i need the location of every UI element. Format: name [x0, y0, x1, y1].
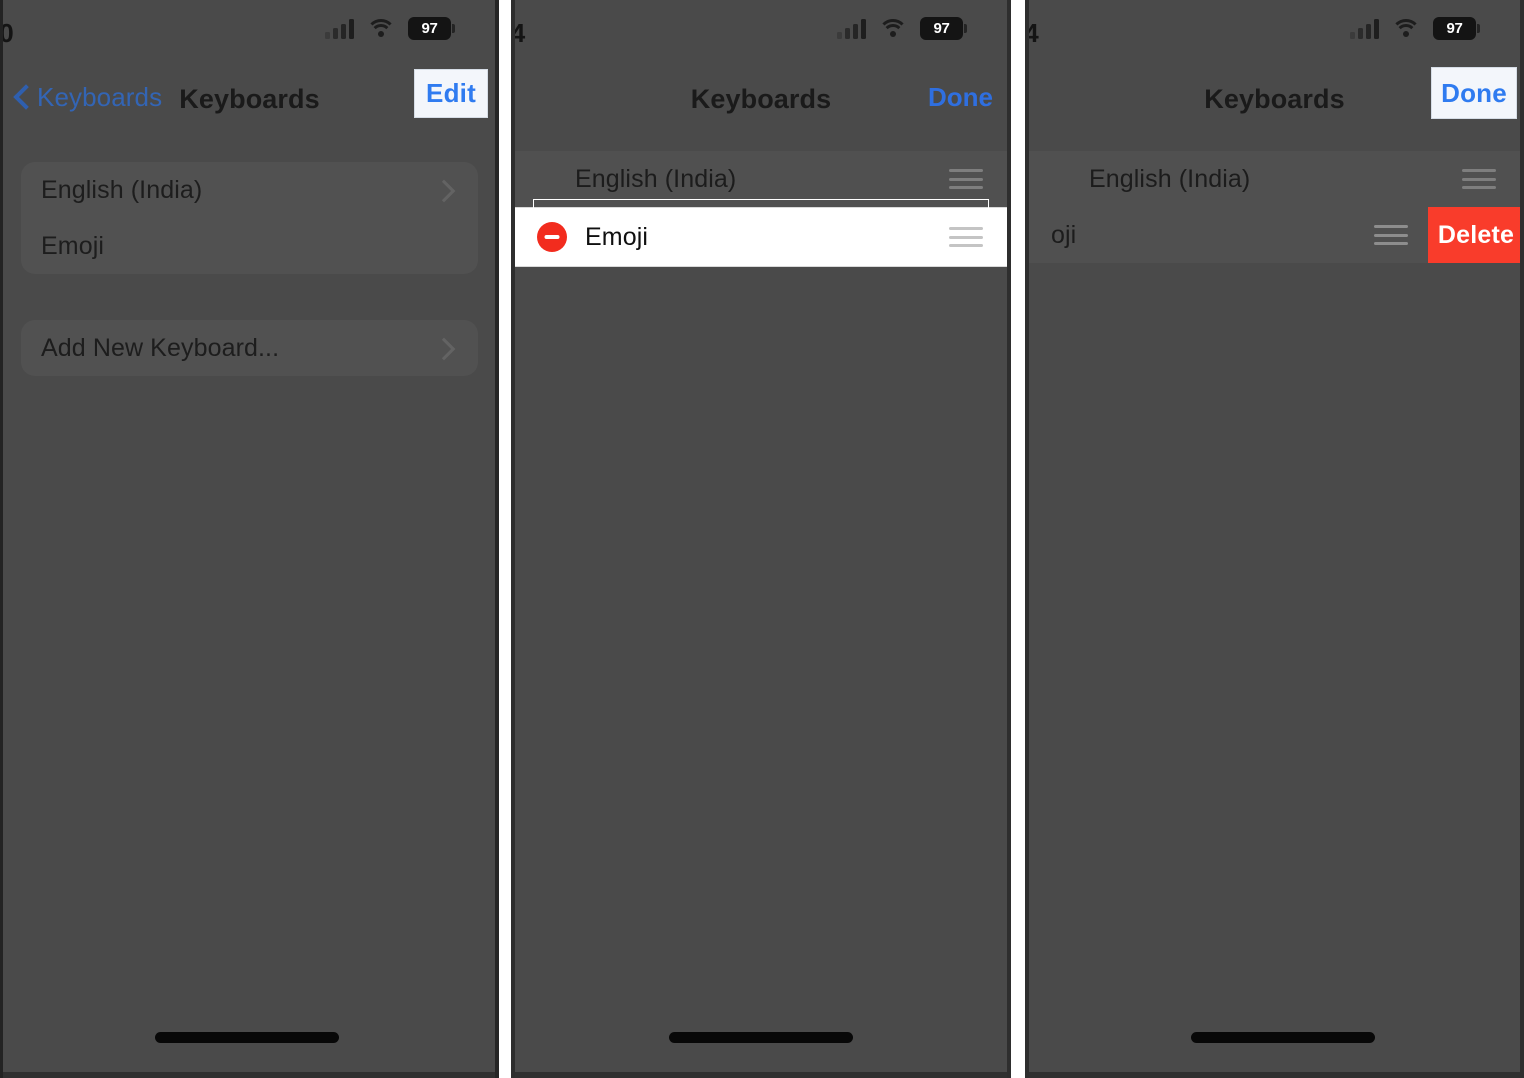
- reorder-handle-icon[interactable]: [1462, 169, 1496, 189]
- keyboards-edit-list: English (India) Emoji: [511, 151, 1011, 267]
- status-time: 4:00: [0, 18, 14, 48]
- status-bar: 3:54 97: [1025, 0, 1524, 66]
- battery-percent: 97: [421, 20, 438, 37]
- status-indicators: 97: [1350, 17, 1480, 40]
- delete-control-icon[interactable]: [537, 222, 567, 252]
- status-bar: 4:00 97: [0, 0, 499, 66]
- wifi-icon: [1391, 18, 1421, 39]
- delete-button[interactable]: Delete: [1428, 207, 1524, 263]
- panel-gap: [1011, 0, 1025, 1078]
- list-item[interactable]: English (India): [21, 162, 478, 218]
- device-bottom-edge: [0, 1072, 499, 1078]
- edit-list-item-label: English (India): [1089, 164, 1251, 193]
- panel-gap: [499, 0, 511, 1078]
- phone-screenshot-3: 3:54 97 Keyboards Done English (India) o…: [1025, 0, 1524, 1078]
- status-time: 3:54: [1025, 18, 1039, 48]
- done-button-label: Done: [1441, 77, 1507, 108]
- reorder-handle-icon[interactable]: [1374, 225, 1408, 245]
- status-bar: 3:54 97: [511, 0, 1011, 66]
- edit-list-item-swiped[interactable]: oji Delete: [1025, 207, 1524, 263]
- edit-button-label: Edit: [426, 78, 476, 108]
- add-new-keyboard-label: Add New Keyboard...: [41, 333, 280, 362]
- edit-list-item[interactable]: English (India): [511, 151, 1011, 207]
- navigation-bar: Keyboards Done: [511, 66, 1011, 140]
- status-indicators: 97: [837, 17, 967, 40]
- screenshot-stage: 4:00 97 Keyboards Keyboards Edit English…: [0, 0, 1524, 1078]
- edit-list-item-label: oji: [1051, 220, 1077, 249]
- chevron-right-icon: [432, 179, 456, 203]
- edit-list-item[interactable]: English (India): [1025, 151, 1524, 207]
- add-keyboard-card: Add New Keyboard...: [21, 320, 478, 376]
- done-button[interactable]: Done: [928, 82, 993, 113]
- list-item-label: Emoji: [41, 231, 105, 260]
- keyboards-list-card: English (India) Emoji: [21, 162, 478, 274]
- list-item-label: English (India): [41, 175, 203, 204]
- delete-button-label: Delete: [1437, 220, 1515, 249]
- edit-list-item-label: English (India): [575, 164, 737, 193]
- keyboards-edit-list: English (India) oji Delete: [1025, 151, 1524, 263]
- wifi-icon: [878, 18, 908, 39]
- battery-icon: 97: [408, 17, 455, 40]
- battery-percent: 97: [1446, 20, 1463, 37]
- signal-bars-icon: [325, 18, 354, 39]
- status-time: 3:54: [511, 18, 526, 48]
- signal-bars-icon: [1350, 18, 1379, 39]
- home-indicator: [1025, 1032, 1524, 1043]
- reorder-handle-icon[interactable]: [949, 227, 983, 247]
- battery-icon: 97: [920, 17, 967, 40]
- battery-icon: 97: [1433, 17, 1480, 40]
- wifi-icon: [366, 18, 396, 39]
- status-indicators: 97: [325, 17, 455, 40]
- reorder-handle-icon[interactable]: [949, 169, 983, 189]
- edit-list-item-label: Emoji: [585, 222, 649, 251]
- add-new-keyboard-item[interactable]: Add New Keyboard...: [21, 320, 478, 376]
- battery-percent: 97: [933, 20, 950, 37]
- phone-screenshot-1: 4:00 97 Keyboards Keyboards Edit English…: [0, 0, 499, 1078]
- device-bottom-edge: [1025, 1072, 1524, 1078]
- chevron-right-icon: [432, 337, 456, 361]
- edit-list-item-selected[interactable]: Emoji: [511, 207, 1011, 267]
- home-indicator: [511, 1032, 1011, 1043]
- home-indicator: [0, 1032, 499, 1043]
- list-item[interactable]: Emoji: [21, 218, 478, 274]
- done-button[interactable]: Done: [1431, 67, 1517, 119]
- device-bottom-edge: [511, 1072, 1011, 1078]
- edit-button[interactable]: Edit: [414, 69, 488, 118]
- signal-bars-icon: [837, 18, 866, 39]
- phone-screenshot-2: 3:54 97 Keyboards Done English (India) E…: [511, 0, 1011, 1078]
